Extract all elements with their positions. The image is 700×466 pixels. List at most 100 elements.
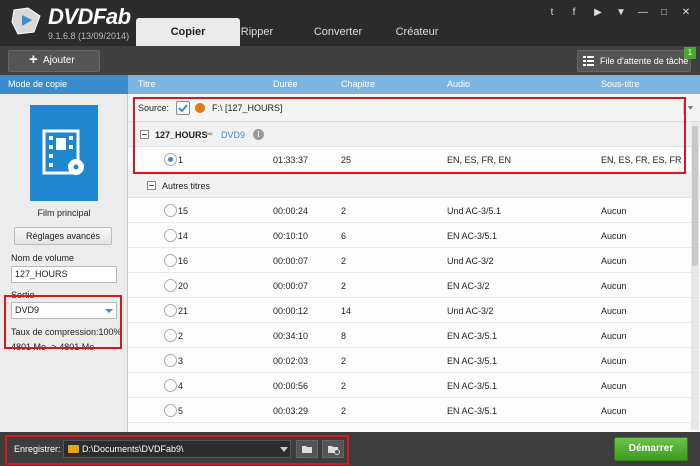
table-row[interactable]: 14 00:10:10 6 EN AC-3/5.1 Aucun — [128, 223, 700, 248]
title-radio[interactable] — [164, 304, 177, 317]
table-row[interactable]: 4 00:00:56 2 EN AC-3/5.1 Aucun — [128, 373, 700, 398]
row-audio: Und AC-3/2 — [447, 306, 494, 316]
row-title: 4 — [178, 381, 184, 391]
other-titles-group[interactable]: Autres titres — [128, 173, 700, 198]
highlight-box-save — [5, 435, 349, 465]
tab-createur[interactable]: Créateur — [365, 18, 469, 46]
row-audio: EN AC-3/5.1 — [447, 406, 498, 416]
row-chapter: 2 — [341, 381, 347, 391]
column-chapter[interactable]: Chapitre — [341, 75, 375, 94]
table-row[interactable]: 16 00:00:07 2 Und AC-3/2 Aucun — [128, 248, 700, 273]
collapse-toggle-icon[interactable] — [147, 181, 156, 190]
title-radio[interactable] — [164, 404, 177, 417]
row-duration: 00:00:07 — [273, 281, 309, 291]
title-bar: DVDFab 9.1.6.8 (13/09/2014) Copier Rippe… — [0, 0, 700, 46]
close-icon[interactable]: ✕ — [679, 7, 693, 18]
table-row[interactable]: 21 00:00:12 14 Und AC-3/2 Aucun — [128, 298, 700, 323]
row-duration: 00:00:24 — [273, 206, 309, 216]
title-radio[interactable] — [164, 379, 177, 392]
row-subtitle: Aucun — [601, 256, 627, 266]
row-chapter: 2 — [341, 206, 347, 216]
row-title: 21 — [178, 306, 189, 316]
maximize-icon[interactable]: □ — [657, 7, 671, 18]
toolbar: + Ajouter File d'attente de tâche — [0, 46, 700, 75]
vertical-scrollbar[interactable] — [691, 122, 699, 430]
row-audio: EN AC-3/5.1 — [447, 231, 498, 241]
title-radio[interactable] — [164, 254, 177, 267]
left-panel: Film principal Réglages avancés Nom de v… — [0, 94, 128, 432]
row-duration: 00:34:10 — [273, 331, 309, 341]
column-headers: Titre Durée Chapitre Audio Sous-titre — [128, 75, 700, 94]
menu-icon[interactable]: ▼ — [614, 7, 628, 18]
row-title: 2 — [178, 331, 184, 341]
table-row[interactable]: 20 00:00:07 2 EN AC-3/2 Aucun — [128, 273, 700, 298]
column-duration[interactable]: Durée — [273, 75, 298, 94]
app-name: DVDFab — [48, 4, 131, 29]
row-chapter: 2 — [341, 356, 347, 366]
highlight-box-source — [133, 97, 686, 174]
row-title: 5 — [178, 406, 184, 416]
row-duration: 00:00:07 — [273, 256, 309, 266]
facebook-icon[interactable]: f — [567, 7, 581, 18]
row-title: 16 — [178, 256, 189, 266]
row-audio: Und AC-3/5.1 — [447, 206, 502, 216]
add-button[interactable]: + Ajouter — [8, 50, 100, 72]
row-subtitle: Aucun — [601, 306, 627, 316]
row-duration: 00:03:29 — [273, 406, 309, 416]
table-row[interactable]: 2 00:34:10 8 EN AC-3/5.1 Aucun — [128, 323, 700, 348]
row-title: 20 — [178, 281, 189, 291]
bottom-bar: Enregistrer: D:\Documents\DVDFab9\ Démar… — [0, 432, 700, 466]
other-titles-label: Autres titres — [162, 181, 211, 191]
title-radio[interactable] — [164, 204, 177, 217]
column-title[interactable]: Titre — [138, 75, 156, 94]
row-subtitle: Aucun — [601, 231, 627, 241]
row-subtitle: Aucun — [601, 356, 627, 366]
add-button-label: Ajouter — [43, 55, 75, 66]
row-chapter: 14 — [341, 306, 352, 316]
row-chapter: 6 — [341, 231, 347, 241]
volume-name-input[interactable]: 127_HOURS — [11, 266, 117, 283]
title-radio[interactable] — [164, 354, 177, 367]
queue-count-badge: 1 — [684, 47, 696, 59]
twitter-icon[interactable]: t — [545, 7, 559, 18]
row-chapter: 2 — [341, 406, 347, 416]
task-queue-button[interactable]: File d'attente de tâche — [577, 50, 691, 72]
row-duration: 00:10:10 — [273, 231, 309, 241]
row-audio: EN AC-3/2 — [447, 281, 490, 291]
minimize-icon[interactable]: — — [636, 7, 650, 18]
copy-mode-header: Mode de copie — [0, 75, 128, 94]
row-subtitle: Aucun — [601, 331, 627, 341]
row-subtitle: Aucun — [601, 281, 627, 291]
scrollbar-thumb[interactable] — [692, 126, 698, 266]
copy-mode-label: Film principal — [37, 208, 91, 218]
youtube-icon[interactable]: ▶ — [591, 7, 605, 18]
row-audio: EN AC-3/5.1 — [447, 381, 498, 391]
titles-panel: Source: F:\ [127_HOURS] 127_HOURS ➦ DVD9… — [128, 94, 700, 432]
row-title: 14 — [178, 231, 189, 241]
volume-name-label: Nom de volume — [11, 253, 75, 263]
start-button[interactable]: Démarrer — [614, 437, 688, 461]
row-chapter: 2 — [341, 256, 347, 266]
advanced-settings-button[interactable]: Réglages avancés — [14, 227, 112, 245]
task-queue-label: File d'attente de tâche — [600, 56, 689, 66]
app-version: 9.1.6.8 (13/09/2014) — [48, 31, 130, 41]
column-audio[interactable]: Audio — [447, 75, 470, 94]
plus-icon: + — [29, 51, 38, 68]
column-subtitle[interactable]: Sous-titre — [601, 75, 640, 94]
row-duration: 00:02:03 — [273, 356, 309, 366]
row-duration: 00:00:56 — [273, 381, 309, 391]
table-row[interactable]: 15 00:00:24 2 Und AC-3/5.1 Aucun — [128, 198, 700, 223]
row-audio: Und AC-3/2 — [447, 256, 494, 266]
copy-mode-tile[interactable] — [30, 105, 98, 201]
title-radio[interactable] — [164, 279, 177, 292]
row-subtitle: Aucun — [601, 406, 627, 416]
row-subtitle: Aucun — [601, 381, 627, 391]
title-radio[interactable] — [164, 329, 177, 342]
list-icon — [583, 56, 594, 66]
row-audio: EN AC-3/5.1 — [447, 331, 498, 341]
row-chapter: 8 — [341, 331, 347, 341]
title-radio[interactable] — [164, 229, 177, 242]
table-row[interactable]: 3 00:02:03 2 EN AC-3/5.1 Aucun — [128, 348, 700, 373]
row-audio: EN AC-3/5.1 — [447, 356, 498, 366]
table-row[interactable]: 5 00:03:29 2 EN AC-3/5.1 Aucun — [128, 398, 700, 423]
